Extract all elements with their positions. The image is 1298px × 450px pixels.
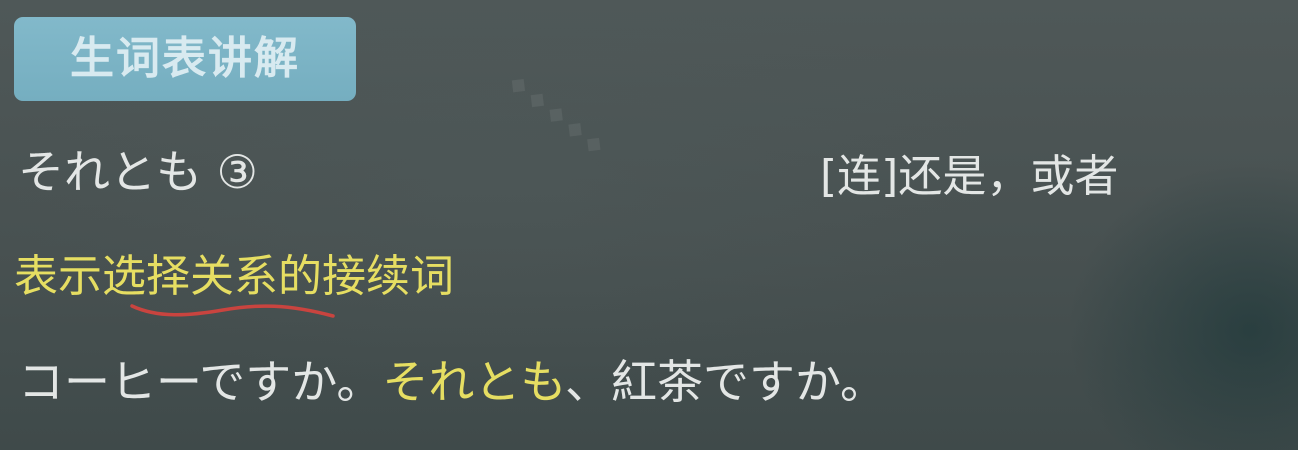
example-part-1: コーヒーですか。 (18, 355, 383, 409)
vocab-meaning: [连]还是，或者 (820, 151, 1119, 202)
explanation-suffix: 的接续词 (278, 251, 454, 302)
watermark-mark: ◆ ◆ ◆ ◆ ◆ (504, 70, 609, 160)
example-sentence: コーヒーですか。それとも、紅茶ですか。 (18, 346, 886, 412)
usage-explanation: 表示选择关系的接续词 (14, 240, 454, 304)
section-title-badge: 生词表讲解 (14, 17, 356, 101)
explanation-key-phrase: 选择关系 (102, 251, 278, 302)
vocab-word: それとも ③ (18, 145, 258, 199)
wavy-underline-mark (130, 304, 335, 318)
example-part-2: 、紅茶ですか。 (564, 355, 887, 409)
example-highlight: それとも (382, 355, 565, 409)
blackboard-slide: ◆ ◆ ◆ ◆ ◆ 生词表讲解 それとも ③ [连]还是，或者 表示选择关系的接… (0, 0, 1298, 450)
explanation-prefix: 表示 (14, 251, 102, 302)
